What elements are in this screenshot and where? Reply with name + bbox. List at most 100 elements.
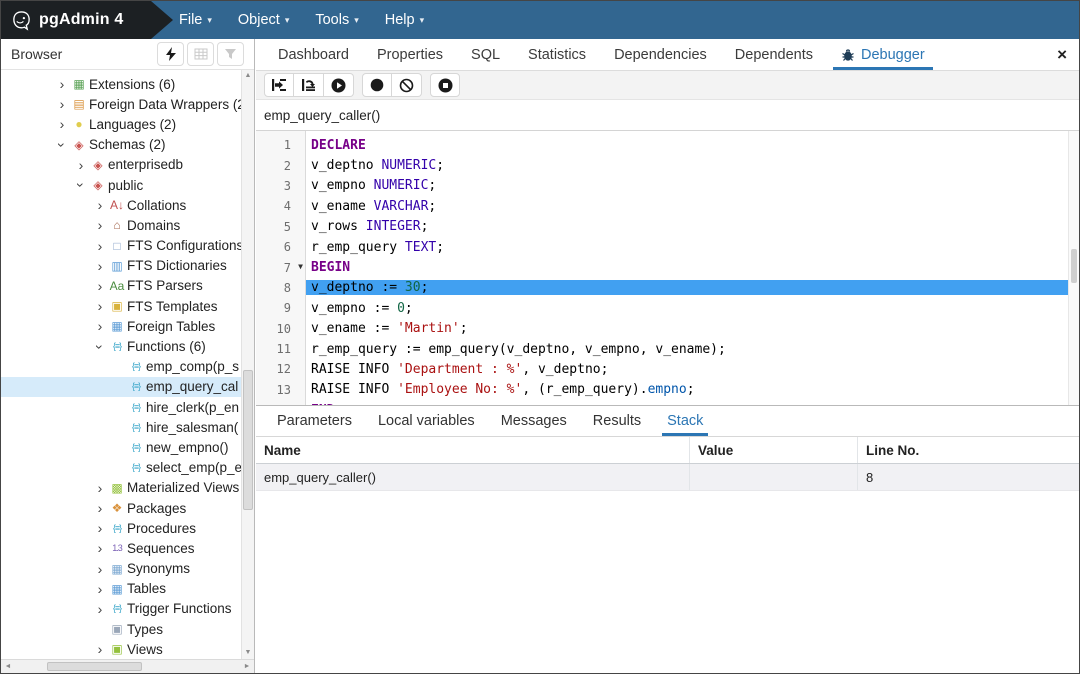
line-number[interactable]: 3 — [256, 179, 306, 193]
scrollbar-thumb[interactable] — [243, 370, 253, 510]
line-number[interactable]: 12 — [256, 362, 306, 376]
tree-item-packages[interactable]: ›❖Packages — [1, 498, 254, 518]
chevron-right-icon[interactable]: › — [92, 501, 108, 515]
line-number[interactable]: 4 — [256, 199, 306, 213]
tab-sql[interactable]: SQL — [457, 39, 514, 70]
code-line-9[interactable]: 9v_empno := 0; — [256, 298, 1068, 318]
tree-horizontal-scrollbar[interactable]: ◄ ► — [1, 659, 254, 673]
chevron-right-icon[interactable]: › — [54, 77, 70, 91]
grid-button[interactable] — [187, 42, 214, 66]
line-number[interactable]: 11 — [256, 342, 306, 356]
tab-properties[interactable]: Properties — [363, 39, 457, 70]
chevron-right-icon[interactable]: › — [92, 218, 108, 232]
close-icon[interactable]: × — [1057, 46, 1067, 63]
chevron-right-icon[interactable]: › — [92, 319, 108, 333]
code-line-2[interactable]: 2v_deptno NUMERIC; — [256, 155, 1068, 175]
chevron-right-icon[interactable]: › — [92, 481, 108, 495]
scrollbar-thumb[interactable] — [1071, 249, 1077, 283]
chevron-right-icon[interactable]: › — [92, 562, 108, 576]
chevron-right-icon[interactable]: › — [92, 521, 108, 535]
tab-messages[interactable]: Messages — [488, 406, 580, 436]
tree-item-materialized-views[interactable]: ›▩Materialized Views — [1, 478, 254, 498]
tab-local-variables[interactable]: Local variables — [365, 406, 488, 436]
continue-button[interactable] — [324, 73, 354, 97]
tree-item-languages-2[interactable]: ›●Languages (2) — [1, 114, 254, 134]
step-into-button[interactable] — [264, 73, 294, 97]
line-number[interactable]: 8 — [256, 281, 306, 295]
tree-item-fts-templates[interactable]: ›▣FTS Templates — [1, 296, 254, 316]
code-line-10[interactable]: 10v_ename := 'Martin'; — [256, 319, 1068, 339]
line-number[interactable]: 5 — [256, 220, 306, 234]
chevron-right-icon[interactable]: › — [54, 97, 70, 111]
chevron-down-icon[interactable]: › — [93, 339, 107, 355]
chevron-down-icon[interactable]: › — [55, 137, 69, 153]
line-number[interactable]: 13 — [256, 383, 306, 397]
tab-stack[interactable]: Stack — [654, 406, 716, 436]
tree-item-select-emp-p-e[interactable]: {≡}select_emp(p_e — [1, 458, 254, 478]
tree-vertical-scrollbar[interactable]: ▲ ▼ — [241, 70, 254, 659]
tab-statistics[interactable]: Statistics — [514, 39, 600, 70]
menu-file[interactable]: File▾ — [179, 12, 212, 28]
chevron-right-icon[interactable]: › — [92, 279, 108, 293]
tree-item-sequences[interactable]: ›1.3Sequences — [1, 538, 254, 558]
stack-frame-row[interactable]: emp_query_caller()8 — [256, 464, 1079, 491]
tree-item-trigger-functions[interactable]: ›{≡}Trigger Functions — [1, 599, 254, 619]
tree-item-foreign-data-wrappers-2[interactable]: ›▤Foreign Data Wrappers (2) — [1, 94, 254, 114]
scroll-right-arrow-icon[interactable]: ► — [240, 663, 254, 670]
tree-item-hire-salesman[interactable]: {≡}hire_salesman( — [1, 417, 254, 437]
tree-item-new-empno[interactable]: {≡}new_empno() — [1, 437, 254, 457]
chevron-right-icon[interactable]: › — [92, 299, 108, 313]
scrollbar-thumb[interactable] — [47, 662, 142, 671]
scroll-up-arrow-icon[interactable]: ▲ — [242, 70, 254, 82]
tree-item-emp-query-cal[interactable]: {≡}emp_query_cal — [1, 377, 254, 397]
line-number[interactable]: 1 — [256, 138, 306, 152]
tree-item-views[interactable]: ›▣Views — [1, 639, 254, 659]
tree-item-fts-dictionaries[interactable]: ›▥FTS Dictionaries — [1, 256, 254, 276]
tab-results[interactable]: Results — [580, 406, 654, 436]
tree-item-enterprisedb[interactable]: ›◈enterprisedb — [1, 155, 254, 175]
tree-item-domains[interactable]: ›⌂Domains — [1, 215, 254, 235]
tree-item-collations[interactable]: ›A↓Collations — [1, 195, 254, 215]
clear-breakpoints-button[interactable] — [392, 73, 422, 97]
step-over-button[interactable] — [294, 73, 324, 97]
fold-arrow-icon[interactable]: ▼ — [298, 262, 303, 271]
tree-item-fts-parsers[interactable]: ›AaFTS Parsers — [1, 276, 254, 296]
chevron-right-icon[interactable]: › — [92, 239, 108, 253]
code-line-6[interactable]: 6r_emp_query TEXT; — [256, 237, 1068, 257]
stop-button[interactable] — [430, 73, 460, 97]
tree-item-extensions-6[interactable]: ›▦Extensions (6) — [1, 74, 254, 94]
tree-item-emp-comp-p-s[interactable]: {≡}emp_comp(p_s — [1, 357, 254, 377]
chevron-right-icon[interactable]: › — [92, 198, 108, 212]
chevron-right-icon[interactable]: › — [73, 158, 89, 172]
code-line-7[interactable]: 7▼BEGIN — [256, 257, 1068, 277]
tree-item-public[interactable]: ›◈public — [1, 175, 254, 195]
chevron-right-icon[interactable]: › — [54, 117, 70, 131]
line-number[interactable]: 2 — [256, 159, 306, 173]
tab-debugger[interactable]: Debugger — [827, 39, 939, 70]
tab-dependencies[interactable]: Dependencies — [600, 39, 721, 70]
chevron-down-icon[interactable]: › — [74, 177, 88, 193]
chevron-right-icon[interactable]: › — [92, 582, 108, 596]
tree-item-procedures[interactable]: ›{≡}Procedures — [1, 518, 254, 538]
tree-item-schemas-2[interactable]: ›◈Schemas (2) — [1, 135, 254, 155]
chevron-right-icon[interactable]: › — [92, 642, 108, 656]
code-line-3[interactable]: 3v_empno NUMERIC; — [256, 176, 1068, 196]
line-number[interactable]: 7▼ — [256, 261, 306, 275]
tree-item-functions-6[interactable]: ›{≡}Functions (6) — [1, 336, 254, 356]
menu-help[interactable]: Help▾ — [385, 12, 424, 28]
filter-button[interactable] — [217, 42, 244, 66]
scroll-left-arrow-icon[interactable]: ◄ — [1, 663, 15, 670]
tree-item-foreign-tables[interactable]: ›▦Foreign Tables — [1, 316, 254, 336]
line-number[interactable]: 10 — [256, 322, 306, 336]
code-line-12[interactable]: 12RAISE INFO 'Department : %', v_deptno; — [256, 359, 1068, 379]
tree-item-synonyms[interactable]: ›▦Synonyms — [1, 559, 254, 579]
code-editor[interactable]: 1DECLARE2v_deptno NUMERIC;3v_empno NUMER… — [256, 131, 1079, 405]
tree-item-tables[interactable]: ›▦Tables — [1, 579, 254, 599]
code-line-5[interactable]: 5v_rows INTEGER; — [256, 217, 1068, 237]
tab-dependents[interactable]: Dependents — [721, 39, 827, 70]
code-line-1[interactable]: 1DECLARE — [256, 135, 1068, 155]
lightning-button[interactable] — [157, 42, 184, 66]
code-line-8[interactable]: 8v_deptno := 30; — [256, 278, 1068, 298]
tree-item-types[interactable]: ▣Types — [1, 619, 254, 639]
tree-item-hire-clerk-p-en[interactable]: {≡}hire_clerk(p_en — [1, 397, 254, 417]
